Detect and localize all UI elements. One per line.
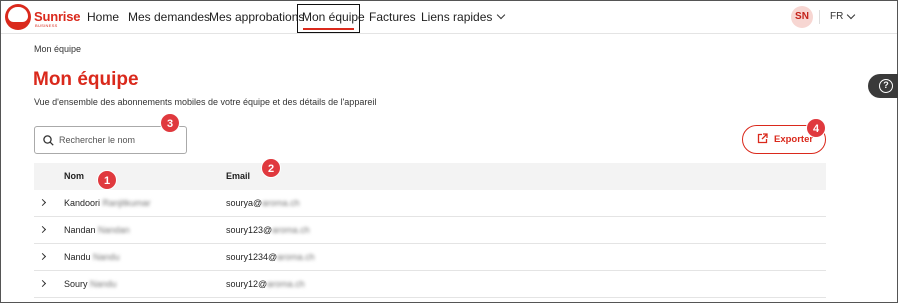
nav-mon-equipe[interactable]: Mon équipe [302,10,365,24]
language-selector[interactable]: FR [830,11,843,22]
chevron-right-icon[interactable] [38,225,47,234]
header-divider [819,10,820,24]
help-question-icon[interactable]: ? [879,79,893,93]
annotation-marker-4: 4 [806,118,826,138]
chevron-right-icon[interactable] [38,198,47,207]
page-title: Mon équipe [33,69,139,90]
chevron-right-icon[interactable] [38,252,47,261]
column-header-email[interactable]: Email [226,171,250,181]
export-label: Exporter [774,134,814,145]
nav-active-underline [303,28,354,30]
cell-name: Soury Nandu [64,279,117,289]
email-user: soury12@ [226,279,268,289]
table-row[interactable]: Soury Nandu soury12@aroma.ch [34,271,826,298]
breadcrumb[interactable]: Mon équipe [34,44,81,54]
table-row[interactable]: Nandu Nandu soury1234@aroma.ch [34,244,826,271]
chevron-down-icon[interactable] [846,10,856,20]
first-name: Kandoori [64,198,101,208]
nav-mes-demandes[interactable]: Mes demandes [128,10,210,24]
cell-name: Nandu Nandu [64,252,120,262]
nav-liens-rapides[interactable]: Liens rapides [421,10,506,24]
brand-name[interactable]: Sunrise [34,9,80,24]
table-row[interactable]: Nandan Nandan soury123@aroma.ch [34,217,826,244]
last-name: Nandu [90,279,117,289]
search-placeholder: Rechercher le nom [59,135,136,145]
nav-home[interactable]: Home [87,10,119,24]
cell-name: Nandan Nandan [64,225,130,235]
email-user: sourya@ [226,198,263,208]
top-navigation-bar: Sunrise BUSINESS Home Mes demandes Mes a… [1,1,897,34]
nav-mes-approbations[interactable]: Mes approbations [209,10,304,24]
column-header-nom[interactable]: Nom [64,171,84,181]
brand-subtitle: BUSINESS [35,23,58,28]
cell-email: sourya@aroma.ch [226,198,300,208]
email-domain: aroma.ch [267,279,305,289]
sunrise-logo-icon[interactable] [5,4,31,30]
annotation-marker-1: 1 [97,170,117,190]
first-name: Nandan [64,225,96,235]
last-name: Nandan [98,225,130,235]
page-subtitle: Vue d'ensemble des abonnements mobiles d… [34,97,377,107]
cell-email: soury1234@aroma.ch [226,252,315,262]
email-domain: aroma.ch [272,225,310,235]
team-table: Nom Email Kandoori Ranjitkumar sourya@ar… [34,163,826,298]
last-name: Ranjitkumar [102,198,151,208]
cell-email: soury123@aroma.ch [226,225,310,235]
cell-email: soury12@aroma.ch [226,279,305,289]
email-domain: aroma.ch [262,198,300,208]
first-name: Soury [64,279,88,289]
nav-liens-rapides-label: Liens rapides [421,10,493,24]
annotation-marker-2: 2 [261,158,281,178]
table-header: Nom Email [34,163,826,190]
nav-factures[interactable]: Factures [369,10,416,24]
email-domain: aroma.ch [277,252,315,262]
last-name: Nandu [93,252,120,262]
email-user: soury123@ [226,225,273,235]
cell-name: Kandoori Ranjitkumar [64,198,151,208]
table-row[interactable]: Kandoori Ranjitkumar sourya@aroma.ch [34,190,826,217]
email-user: soury1234@ [226,252,278,262]
search-icon [43,135,54,146]
chevron-down-icon [497,10,506,20]
external-link-icon [757,133,768,144]
first-name: Nandu [64,252,91,262]
user-avatar[interactable]: SN [791,6,813,28]
chevron-right-icon[interactable] [38,279,47,288]
annotation-marker-3: 3 [160,113,180,133]
